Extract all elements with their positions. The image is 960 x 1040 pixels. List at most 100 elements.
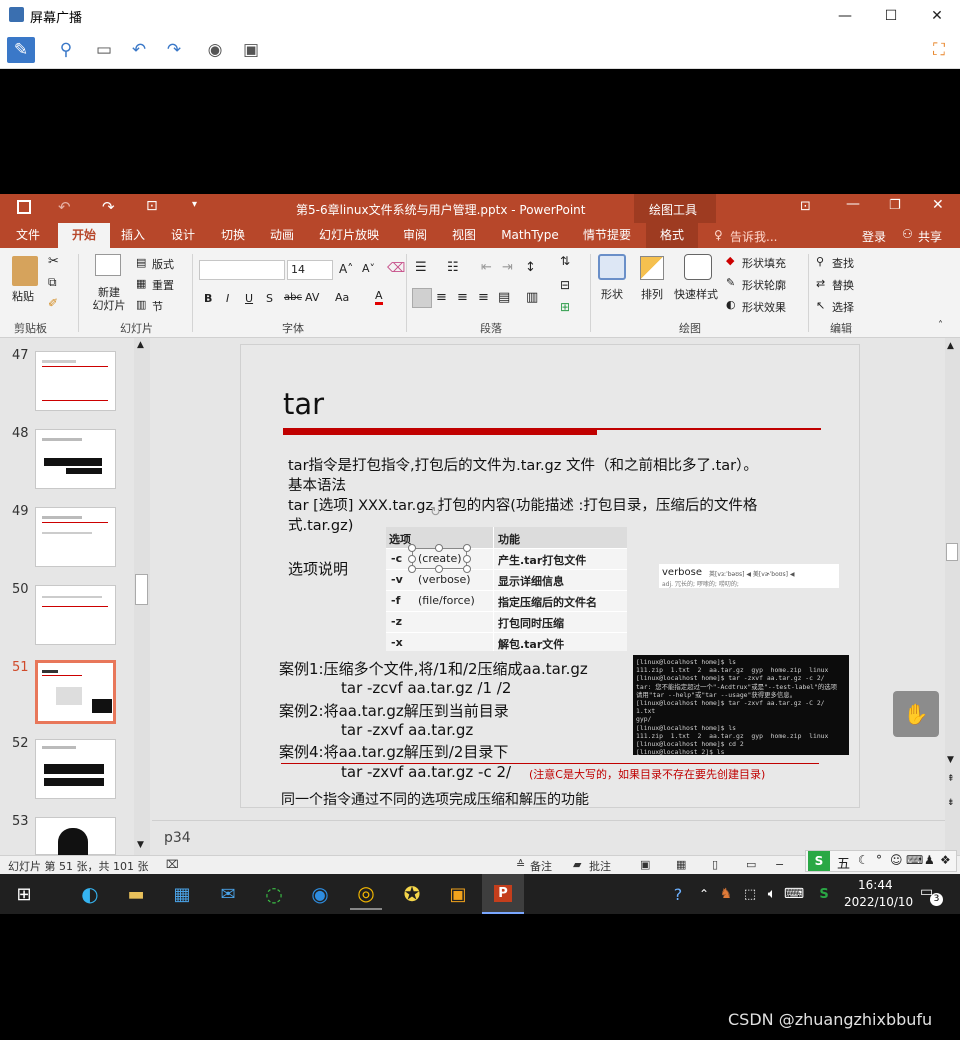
- fullscreen-icon[interactable]: ⛶: [925, 37, 953, 63]
- slideshow-icon[interactable]: ▭: [746, 858, 756, 871]
- resize-handle[interactable]: [463, 555, 471, 563]
- increase-indent-icon[interactable]: ⇥: [502, 260, 513, 275]
- reset-button[interactable]: 重置: [152, 277, 174, 293]
- moon-icon[interactable]: ☾: [858, 853, 869, 867]
- editor-scrollbar[interactable]: ▲ ▼ ⇞ ⇟: [945, 338, 960, 855]
- powerpoint-taskbar-icon[interactable]: P: [482, 874, 524, 914]
- new-slide-button[interactable]: 新建 幻灯片: [87, 286, 131, 312]
- align-right-icon[interactable]: ≡: [457, 290, 468, 305]
- screen-app-icon[interactable]: ▣: [442, 878, 474, 910]
- redo-icon[interactable]: ↷: [102, 198, 115, 216]
- file-explorer-icon[interactable]: ▬: [120, 878, 152, 910]
- paste-button[interactable]: 粘贴: [12, 288, 34, 304]
- rotate-handle-icon[interactable]: ↻: [430, 505, 441, 520]
- find-button[interactable]: 查找: [832, 255, 854, 271]
- clipboard-icon[interactable]: [12, 256, 38, 286]
- minimize-button[interactable]: —: [822, 0, 868, 31]
- comments-toggle[interactable]: 批注: [589, 858, 611, 874]
- shape-effect-button[interactable]: 形状效果: [742, 299, 786, 315]
- tab-insert[interactable]: 插入: [112, 223, 154, 248]
- reading-view-icon[interactable]: ▯: [712, 858, 718, 871]
- char-spacing-icon[interactable]: AV: [305, 291, 319, 304]
- tab-home[interactable]: 开始: [58, 223, 110, 248]
- slide-thumbnail-51[interactable]: [35, 660, 116, 724]
- replace-button[interactable]: 替换: [832, 277, 854, 293]
- slide-thumbnail-50[interactable]: [35, 585, 116, 645]
- slide-thumbnail-48[interactable]: [35, 429, 116, 489]
- resize-handle[interactable]: [435, 544, 443, 552]
- shadow-icon[interactable]: S: [266, 292, 273, 305]
- new-slide-icon[interactable]: [95, 254, 121, 276]
- resize-handle[interactable]: [463, 544, 471, 552]
- distributed-icon[interactable]: ▤: [498, 290, 510, 305]
- emoji-icon[interactable]: ☺: [890, 853, 903, 867]
- close-button[interactable]: ✕: [914, 0, 960, 31]
- ribbon-display-icon[interactable]: ⊡: [800, 199, 811, 214]
- sign-in-link[interactable]: 登录: [862, 228, 886, 245]
- font-color-icon[interactable]: A: [375, 290, 383, 305]
- slide-sorter-icon[interactable]: ▦: [676, 858, 686, 871]
- clock-date[interactable]: 2022/10/10: [844, 895, 913, 909]
- undo-icon[interactable]: ↶: [58, 198, 71, 216]
- resize-handle[interactable]: [408, 544, 416, 552]
- user-icon[interactable]: ♟: [924, 853, 935, 867]
- store-icon[interactable]: ▦: [166, 878, 198, 910]
- clock-time[interactable]: 16:44: [858, 878, 893, 892]
- zoom-out-icon[interactable]: −: [775, 858, 784, 871]
- collapse-ribbon-icon[interactable]: ˄: [938, 320, 943, 331]
- smartart-icon[interactable]: ⊞: [560, 300, 570, 314]
- arrange-button[interactable]: 排列: [641, 286, 663, 302]
- tab-view[interactable]: 视图: [444, 223, 484, 248]
- quick-styles-icon[interactable]: [684, 254, 712, 280]
- customize-qat-icon[interactable]: ▾: [192, 199, 197, 210]
- undo-icon[interactable]: ↶: [125, 37, 153, 63]
- format-painter-icon[interactable]: ✐: [48, 296, 58, 310]
- shrink-font-icon[interactable]: A˅: [362, 262, 375, 275]
- layout-button[interactable]: 版式: [152, 256, 174, 272]
- tab-review[interactable]: 审阅: [395, 223, 435, 248]
- line-spacing-icon[interactable]: ↕: [525, 260, 536, 275]
- bold-icon[interactable]: B: [204, 292, 212, 305]
- pp-restore-button[interactable]: ❐: [889, 198, 901, 213]
- copy-icon[interactable]: ⧉: [48, 275, 57, 290]
- slide-thumbnail-49[interactable]: [35, 507, 116, 567]
- text-direction-icon[interactable]: ⇅: [560, 254, 570, 268]
- slide-thumbnail-52[interactable]: [35, 739, 116, 799]
- align-center-icon[interactable]: ≡: [436, 290, 447, 305]
- keyboard-tray-icon[interactable]: ⌨: [778, 878, 810, 910]
- strikethrough-icon[interactable]: abc: [284, 292, 302, 303]
- zoom-icon[interactable]: ⚲: [52, 37, 80, 63]
- select-button[interactable]: 选择: [832, 299, 854, 315]
- chrome-icon[interactable]: ◎: [350, 878, 382, 910]
- quick-styles-button[interactable]: 快速样式: [674, 286, 718, 302]
- skin-icon[interactable]: ❖: [940, 853, 951, 867]
- edge-icon[interactable]: ◐: [74, 878, 106, 910]
- arrange-icon[interactable]: [640, 256, 664, 280]
- camera-icon[interactable]: ◉: [201, 37, 229, 63]
- current-slide[interactable]: tar tar指令是打包指令,打包后的文件为.tar.gz 文件（和之前相比多了…: [240, 344, 860, 808]
- thumb-scrollbar[interactable]: ▲ ▼: [134, 338, 150, 855]
- tab-transitions[interactable]: 切换: [212, 223, 254, 248]
- tab-format[interactable]: 格式: [646, 223, 698, 248]
- align-text-icon[interactable]: ⊟: [560, 278, 570, 292]
- qq-icon[interactable]: ◉: [304, 878, 336, 910]
- section-button[interactable]: 节: [152, 298, 163, 314]
- pp-close-button[interactable]: ✕: [932, 197, 944, 213]
- resize-handle[interactable]: [435, 565, 443, 573]
- tab-file[interactable]: 文件: [6, 223, 50, 248]
- align-left-icon[interactable]: [412, 288, 432, 308]
- numbering-icon[interactable]: ☷: [447, 260, 459, 275]
- normal-view-icon[interactable]: ▣: [640, 858, 650, 871]
- shape-fill-button[interactable]: 形状填充: [742, 255, 786, 271]
- windows-start-icon[interactable]: ⊞: [8, 878, 40, 910]
- presentation-icon[interactable]: ⊡: [146, 198, 158, 214]
- slide-thumbnail-53[interactable]: [35, 817, 116, 856]
- floating-tool-icon[interactable]: ✋: [893, 691, 939, 737]
- slide-thumbnail-47[interactable]: [35, 351, 116, 411]
- resize-handle[interactable]: [408, 565, 416, 573]
- tab-slideshow[interactable]: 幻灯片放映: [315, 223, 383, 248]
- monitor-icon[interactable]: ▭: [90, 37, 118, 63]
- notes-toggle[interactable]: 备注: [530, 858, 552, 874]
- save-icon[interactable]: [17, 200, 31, 214]
- sogou-icon[interactable]: S: [808, 851, 830, 871]
